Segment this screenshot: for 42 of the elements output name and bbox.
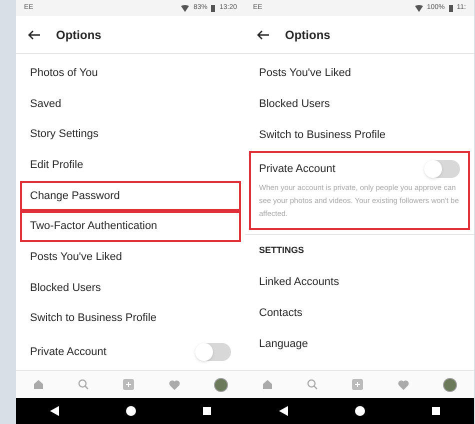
home-button-icon[interactable] (354, 406, 365, 416)
menu-item[interactable]: Switch to Business Profile (249, 120, 470, 151)
back-icon[interactable] (278, 406, 288, 416)
menu-item[interactable]: Linked Accounts (249, 267, 470, 298)
search-icon[interactable] (78, 379, 90, 390)
profile-avatar[interactable] (442, 378, 457, 392)
battery-icon (448, 4, 453, 12)
menu-item[interactable]: Edit Profile (20, 150, 241, 181)
menu-item[interactable]: Switch to Business Profile (20, 303, 241, 334)
section-heading: SETTINGS (258, 244, 306, 258)
menu-item[interactable]: Posts You've Liked (20, 242, 241, 273)
menu-item[interactable]: Posts You've Liked (249, 58, 470, 89)
menu-item[interactable]: Blocked Users (249, 89, 470, 120)
menu-item[interactable]: Language (249, 329, 470, 360)
profile-avatar[interactable] (214, 378, 228, 392)
menu-item[interactable]: Photos of You (20, 58, 241, 89)
toggle-switch[interactable] (195, 343, 231, 362)
wifi-icon (181, 4, 190, 12)
menu-item[interactable]: Two-Factor Authentication (20, 211, 241, 242)
heart-icon[interactable] (398, 380, 409, 390)
page-title: Options (285, 26, 330, 44)
search-icon[interactable] (307, 379, 318, 390)
toggle-switch[interactable] (424, 160, 460, 178)
wifi-icon (414, 4, 423, 12)
home-button-icon[interactable] (126, 406, 136, 416)
setting-label: Private Account (30, 344, 106, 360)
menu-item[interactable]: Story Settings (20, 119, 241, 150)
page-title: Options (56, 26, 102, 44)
recents-icon[interactable] (203, 407, 212, 415)
menu-item[interactable]: Blocked Users (20, 272, 241, 304)
setting-label: Private Account (259, 162, 336, 177)
home-icon[interactable] (33, 379, 44, 390)
battery-icon (211, 4, 216, 12)
menu-item[interactable]: Saved (20, 88, 241, 120)
back-icon[interactable] (50, 406, 59, 416)
back-arrow-icon[interactable] (257, 30, 269, 40)
menu-item[interactable]: Contacts (249, 298, 470, 329)
back-arrow-icon[interactable] (28, 30, 40, 40)
menu-item[interactable]: Change Password (20, 180, 241, 212)
heart-icon[interactable] (168, 380, 180, 390)
recents-icon[interactable] (432, 407, 440, 415)
home-icon[interactable] (262, 379, 274, 390)
